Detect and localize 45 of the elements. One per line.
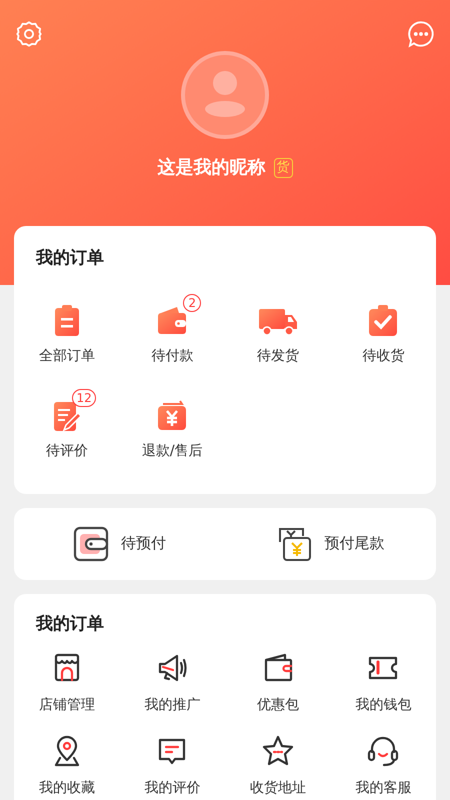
avatar[interactable] (180, 50, 270, 140)
merchant-badge: 货 (274, 158, 292, 178)
yen-bill-icon (276, 526, 312, 562)
order-status-item[interactable]: 待收货 (330, 290, 436, 366)
nickname: 这是我的昵称 (158, 156, 266, 180)
order-status-item[interactable]: 待发货 (225, 290, 330, 366)
service-label: 优惠包 (256, 696, 299, 715)
order-status-label: 退款/售后 (142, 442, 203, 460)
chat-bubble-icon[interactable] (407, 20, 435, 48)
section-title: 我的订单 (36, 247, 105, 270)
settings-icon[interactable] (15, 20, 43, 48)
service-label: 我的评价 (144, 779, 200, 798)
service-item[interactable]: 收货地址 (225, 734, 330, 799)
order-status-label: 待评价 (46, 442, 88, 460)
order-status-label: 待收货 (362, 346, 404, 366)
prepay-label: 预付尾款 (324, 533, 384, 554)
service-item[interactable]: 我的钱包 (330, 651, 436, 716)
order-status-item[interactable]: 12 待评价 (14, 384, 120, 462)
count-badge: 2 (183, 294, 202, 312)
service-item[interactable]: 我的推广 (120, 651, 225, 716)
service-item[interactable]: 我的评价 (120, 734, 225, 799)
star-icon (260, 734, 295, 768)
prepay-item[interactable]: 待预付 (14, 526, 225, 562)
order-status-item[interactable]: 全部订单 (14, 290, 120, 366)
service-item[interactable]: 店铺管理 (14, 651, 120, 716)
order-status-label: 待发货 (256, 346, 299, 366)
service-item[interactable]: 我的收藏 (14, 734, 120, 799)
count-badge: 12 (72, 388, 96, 406)
order-status-item[interactable]: 退款/售后 (120, 384, 225, 462)
headset-icon (366, 734, 400, 768)
prepay-item[interactable]: 预付尾款 (225, 526, 436, 562)
service-item[interactable]: 我的客服 (330, 734, 436, 799)
order-status-label: 待付款 (151, 346, 194, 366)
service-label: 我的客服 (355, 779, 412, 798)
service-item[interactable]: 优惠包 (225, 651, 330, 716)
service-label: 店铺管理 (38, 696, 95, 715)
service-label: 收货地址 (250, 779, 306, 798)
service-label: 我的推广 (144, 696, 200, 715)
wallet-icon (73, 526, 109, 562)
order-status-label: 全部订单 (38, 346, 95, 366)
order-status-item[interactable]: 2 待付款 (120, 290, 225, 366)
service-label: 我的收藏 (38, 779, 95, 798)
section-title: 我的订单 (36, 612, 105, 636)
service-label: 我的钱包 (355, 696, 412, 715)
prepay-label: 待预付 (121, 533, 166, 554)
